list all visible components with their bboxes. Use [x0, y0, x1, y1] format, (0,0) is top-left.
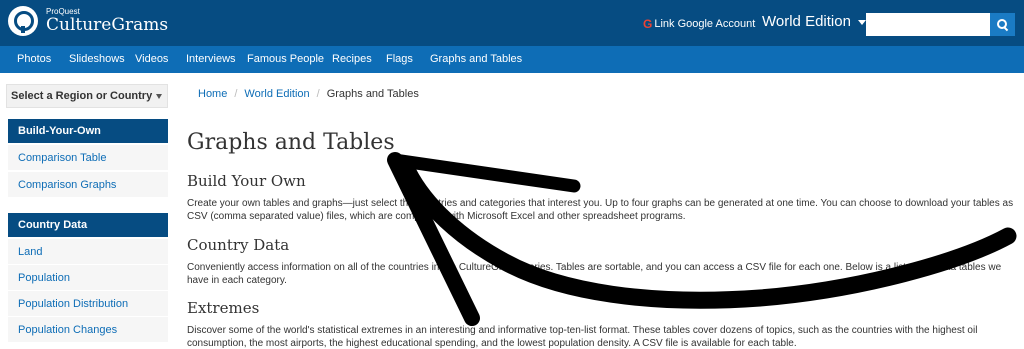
sidebar-item-population-changes[interactable]: Population Changes — [8, 317, 168, 343]
section-heading-country-data: Country Data — [187, 236, 290, 254]
breadcrumb-home[interactable]: Home — [198, 88, 227, 100]
breadcrumb-world-edition[interactable]: World Edition — [244, 88, 309, 100]
nav-interviews[interactable]: Interviews — [186, 53, 236, 65]
section-heading-build-your-own: Build Your Own — [187, 172, 306, 190]
section-text-extremes: Discover some of the world's statistical… — [187, 325, 978, 349]
breadcrumb-separator: / — [234, 88, 238, 100]
sidebar-item-comparison-graphs[interactable]: Comparison Graphs — [8, 172, 168, 198]
breadcrumb: Home / World Edition / Graphs and Tables — [198, 88, 419, 100]
caret-down-icon — [857, 20, 866, 25]
caret-down-icon — [156, 94, 162, 99]
section-heading-extremes: Extremes — [187, 299, 260, 317]
sidebar-item-population-distribution[interactable]: Population Distribution — [8, 291, 168, 317]
link-google-account[interactable]: G Link Google Account — [643, 17, 755, 31]
nav-photos[interactable]: Photos — [17, 53, 51, 65]
nav-recipes[interactable]: Recipes — [332, 53, 372, 65]
page-title: Graphs and Tables — [187, 130, 395, 155]
search-button[interactable] — [990, 13, 1015, 36]
sidebar-header-country-data: Country Data — [8, 213, 168, 237]
sidebar-spacer — [8, 199, 168, 211]
google-icon: G — [643, 17, 653, 31]
edition-label: World Edition — [762, 13, 851, 30]
search-icon — [997, 19, 1008, 30]
logo-text: ProQuest CultureGrams — [46, 8, 168, 34]
sidebar-header-build-your-own: Build-Your-Own — [8, 119, 168, 143]
top-header: ProQuest CultureGrams G Link Google Acco… — [0, 0, 1024, 46]
arrow-head-upper — [388, 153, 581, 193]
main-nav: Photos Slideshows Videos Interviews Famo… — [0, 46, 1024, 73]
nav-famous-people[interactable]: Famous People — [247, 53, 324, 65]
logo-title: CultureGrams — [46, 15, 169, 35]
nav-flags[interactable]: Flags — [386, 53, 413, 65]
section-text-country-data: Conveniently access information on all o… — [187, 262, 1002, 286]
breadcrumb-current: Graphs and Tables — [326, 88, 419, 100]
sidebar-item-land[interactable]: Land — [8, 239, 168, 265]
nav-graphs-and-tables[interactable]: Graphs and Tables — [430, 53, 522, 65]
region-country-select[interactable]: Select a Region or Country — [6, 84, 168, 108]
arrow-head-lower — [387, 152, 480, 326]
sidebar-item-population[interactable]: Population — [8, 265, 168, 291]
region-select-label: Select a Region or Country — [11, 90, 153, 102]
sidebar-item-comparison-table[interactable]: Comparison Table — [8, 145, 168, 171]
edition-dropdown[interactable]: World Edition — [762, 13, 866, 30]
section-text-build-your-own: Create your own tables and graphs—just s… — [187, 198, 1014, 222]
nav-videos[interactable]: Videos — [135, 53, 168, 65]
culturegrams-logo[interactable]: ProQuest CultureGrams — [8, 6, 168, 36]
breadcrumb-separator: / — [316, 88, 320, 100]
globe-logo-icon — [8, 6, 38, 36]
nav-slideshows[interactable]: Slideshows — [69, 53, 125, 65]
link-google-account-label: Link Google Account — [654, 18, 756, 30]
search-input[interactable] — [866, 13, 990, 36]
